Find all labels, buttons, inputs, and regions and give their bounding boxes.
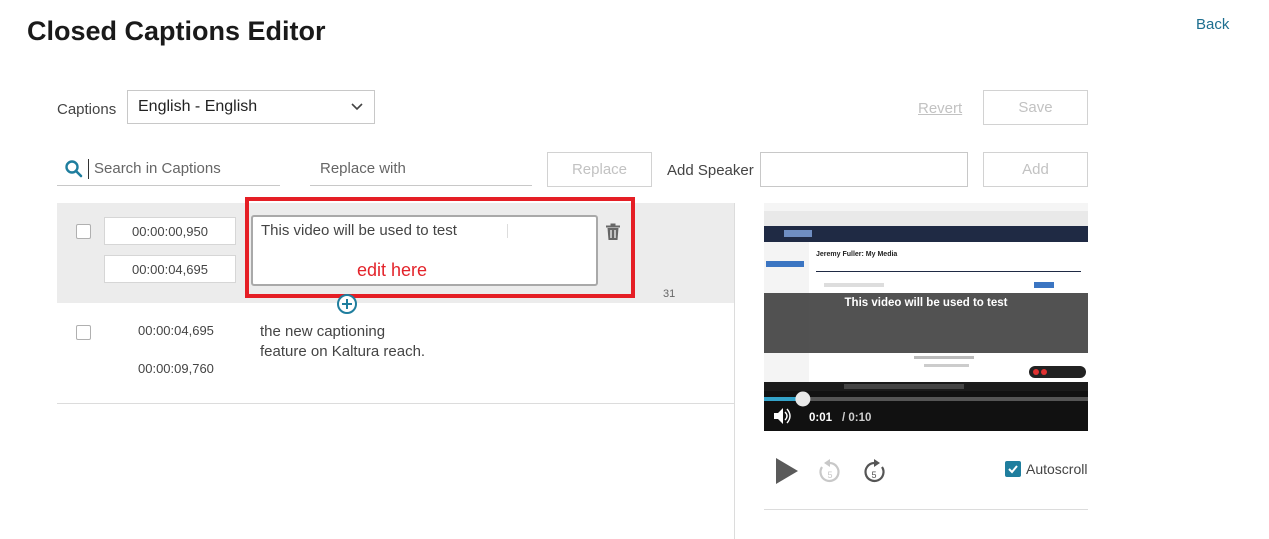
- search-icon: [65, 159, 83, 177]
- video-screen-heading: Jeremy Fuller: My Media: [816, 251, 897, 258]
- start-time-input[interactable]: 00:00:00,950: [104, 217, 236, 245]
- caption-text[interactable]: the new captioning feature on Kaltura re…: [260, 322, 425, 362]
- speaker-input[interactable]: [760, 152, 968, 187]
- end-time-input[interactable]: 00:00:04,695: [104, 255, 236, 283]
- autoscroll-checkbox[interactable]: [1005, 461, 1021, 477]
- add-speaker-label: Add Speaker: [667, 162, 754, 179]
- search-field[interactable]: Search in Captions: [57, 152, 280, 186]
- add-speaker-button[interactable]: Add: [983, 152, 1088, 187]
- start-time[interactable]: 00:00:04,695: [138, 323, 214, 338]
- chevron-down-icon: [351, 103, 363, 111]
- autoscroll-toggle[interactable]: Autoscroll: [1005, 461, 1087, 477]
- forward-icon[interactable]: 5: [862, 459, 886, 485]
- language-select-value: English - English: [138, 98, 258, 115]
- check-icon: [1008, 465, 1018, 474]
- autoscroll-label: Autoscroll: [1026, 461, 1088, 477]
- replace-button[interactable]: Replace: [547, 152, 652, 187]
- row-checkbox[interactable]: [76, 224, 91, 239]
- caption-text-line: the new captioning: [260, 323, 386, 340]
- video-subtitle: This video will be used to test: [845, 297, 1008, 309]
- play-icon[interactable]: [775, 457, 799, 485]
- search-input[interactable]: Search in Captions: [94, 160, 221, 177]
- language-select[interactable]: English - English: [127, 90, 375, 124]
- video-frame: Jeremy Fuller: My Media This video will …: [764, 203, 1088, 431]
- text-cursor: [88, 158, 89, 179]
- row-checkbox[interactable]: [76, 325, 91, 340]
- rewind-seconds: 5: [827, 470, 832, 480]
- save-button[interactable]: Save: [983, 90, 1088, 125]
- video-current-time: 0:01: [809, 412, 833, 424]
- captions-label: Captions: [57, 101, 117, 118]
- trash-icon[interactable]: [605, 223, 621, 241]
- replace-input[interactable]: Replace with: [310, 152, 532, 186]
- panel-divider: [734, 203, 735, 539]
- character-count: 31: [663, 288, 676, 300]
- add-caption-icon[interactable]: [336, 293, 358, 315]
- controls-divider: [764, 509, 1088, 510]
- video-player[interactable]: Jeremy Fuller: My Media This video will …: [764, 203, 1088, 431]
- forward-seconds: 5: [871, 470, 876, 480]
- row-divider: [57, 403, 735, 404]
- revert-link[interactable]: Revert: [918, 100, 962, 117]
- annotation-highlight-box: [245, 197, 635, 298]
- caption-text-line: feature on Kaltura reach.: [260, 343, 426, 360]
- back-link[interactable]: Back: [1196, 16, 1229, 33]
- page-title: Closed Captions Editor: [27, 16, 326, 46]
- rewind-icon[interactable]: 5: [818, 459, 842, 485]
- end-time[interactable]: 00:00:09,760: [138, 361, 214, 376]
- progress-scrubber: [795, 391, 811, 407]
- video-duration: / 0:10: [842, 412, 871, 424]
